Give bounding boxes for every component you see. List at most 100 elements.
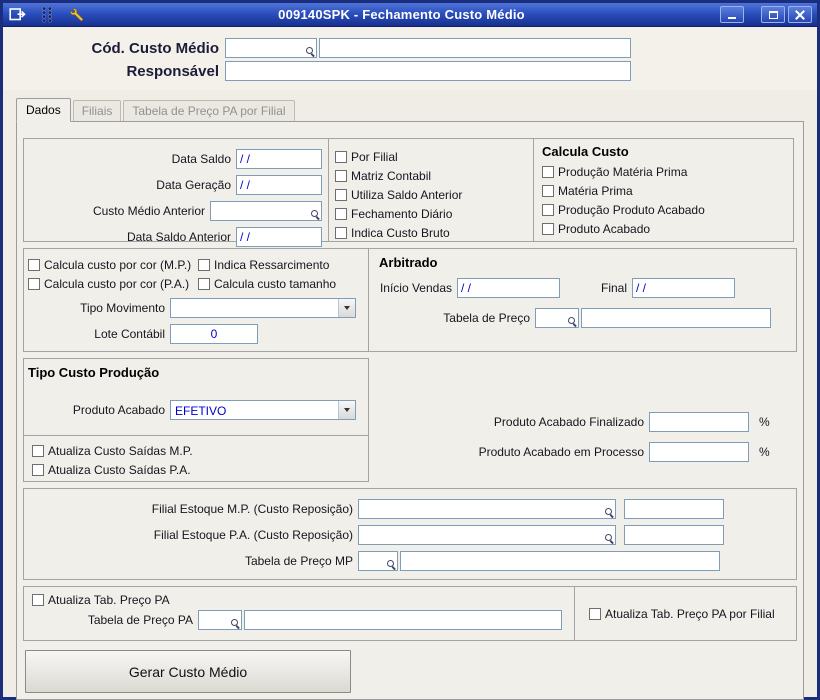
inicio-vendas-label: Início Vendas	[379, 281, 457, 295]
responsavel-input[interactable]	[225, 61, 631, 81]
produto-acabado-combo[interactable]: EFETIVO	[170, 400, 356, 420]
data-saldo-anterior-label: Data Saldo Anterior	[28, 230, 236, 244]
data-saldo-label: Data Saldo	[28, 152, 236, 166]
checkbox-indica-ressarcimento[interactable]: Indica Ressarcimento	[198, 255, 362, 274]
checkbox-atualiza-tab-preco-pa[interactable]: Atualiza Tab. Preço PA	[32, 591, 566, 608]
pa-processo-input[interactable]	[649, 442, 749, 462]
final-label: Final	[560, 281, 632, 295]
group-custo-opcoes: Calcula custo por cor (M.P.) Indica Ress…	[23, 248, 369, 352]
checkbox-por-filial[interactable]: Por Filial	[335, 147, 527, 166]
tabela-preco-pa-desc-input[interactable]	[244, 610, 562, 630]
checkbox-producao-produto-acabado[interactable]: Produção Produto Acabado	[542, 200, 785, 219]
calcula-custo-tamanho-checkbox[interactable]	[198, 278, 210, 290]
close-button[interactable]	[788, 6, 812, 23]
pa-processo-label: Produto Acabado em Processo	[369, 445, 649, 459]
window-title: 009140SPK - Fechamento Custo Médio	[86, 7, 717, 22]
gerar-custo-medio-button[interactable]: Gerar Custo Médio	[25, 650, 351, 693]
header-section: Cód. Custo Médio Responsável	[3, 27, 817, 90]
dots-grid-icon[interactable]	[38, 6, 56, 24]
percent-sign: %	[759, 415, 770, 429]
atualiza-tab-preco-pa-checkbox[interactable]	[32, 594, 44, 606]
group-tipo-custo-producao: Tipo Custo Produção Produto Acabado EFET…	[23, 358, 369, 436]
tabela-preco-desc-input[interactable]	[581, 308, 771, 328]
checkbox-atualiza-saidas-mp[interactable]: Atualiza Custo Saídas M.P.	[32, 441, 360, 460]
tab-strip: Dados Filiais Tabela de Preço PA por Fil…	[16, 98, 817, 121]
group-arbitrado: Arbitrado Início Vendas Final Tabela de …	[368, 248, 797, 352]
checkbox-calcula-cor-pa[interactable]: Calcula custo por cor (P.A.)	[28, 274, 198, 293]
tabela-preco-mp-desc-input[interactable]	[400, 551, 720, 571]
minimize-button[interactable]	[720, 6, 744, 23]
indica-ressarcimento-checkbox[interactable]	[198, 259, 210, 271]
lookup-icon[interactable]	[604, 507, 615, 518]
cod-custo-medio-code-input[interactable]	[225, 38, 317, 58]
titlebar-icons	[8, 6, 86, 24]
dropdown-arrow-icon[interactable]	[338, 401, 355, 419]
filial-estoque-pa-input[interactable]	[358, 525, 616, 545]
lookup-icon[interactable]	[567, 316, 578, 327]
checkbox-produto-acabado[interactable]: Produto Acabado	[542, 219, 785, 238]
calcula-cor-mp-checkbox[interactable]	[28, 259, 40, 271]
calcula-cor-pa-checkbox[interactable]	[28, 278, 40, 290]
tabela-preco-mp-label: Tabela de Preço MP	[32, 554, 358, 568]
producao-materia-prima-checkbox[interactable]	[542, 166, 554, 178]
atualiza-tab-preco-pa-por-filial-checkbox[interactable]	[589, 608, 601, 620]
data-saldo-input[interactable]	[236, 149, 322, 169]
lookup-icon[interactable]	[310, 209, 321, 220]
filial-estoque-mp-input[interactable]	[358, 499, 616, 519]
data-geracao-input[interactable]	[236, 175, 322, 195]
atualiza-saidas-pa-checkbox[interactable]	[32, 464, 44, 476]
filial-estoque-pa-extra-input[interactable]	[624, 525, 724, 545]
group-calcula-custo: Calcula Custo Produção Matéria Prima Mat…	[533, 138, 794, 242]
checkbox-matriz-contabil[interactable]: Matriz Contabil	[335, 166, 527, 185]
produto-acabado-checkbox[interactable]	[542, 223, 554, 235]
filial-estoque-mp-extra-input[interactable]	[624, 499, 724, 519]
lookup-icon[interactable]	[230, 618, 241, 629]
title-bar: 009140SPK - Fechamento Custo Médio	[3, 3, 817, 27]
final-input[interactable]	[632, 278, 735, 298]
arbitrado-title: Arbitrado	[379, 255, 786, 270]
tipo-custo-column: Tipo Custo Produção Produto Acabado EFET…	[23, 358, 369, 482]
tab-filiais[interactable]: Filiais	[73, 100, 122, 121]
dropdown-arrow-icon[interactable]	[338, 299, 355, 317]
indica-custo-bruto-checkbox[interactable]	[335, 227, 347, 239]
produto-acabado-label: Produto Acabado	[28, 403, 170, 417]
form-export-icon[interactable]	[8, 6, 26, 24]
pa-finalizado-input[interactable]	[649, 412, 749, 432]
materia-prima-checkbox[interactable]	[542, 185, 554, 197]
atualiza-saidas-mp-checkbox[interactable]	[32, 445, 44, 457]
lote-contabil-label: Lote Contábil	[28, 327, 170, 341]
custo-medio-anterior-input[interactable]	[210, 201, 322, 221]
utiliza-saldo-anterior-checkbox[interactable]	[335, 189, 347, 201]
custo-medio-anterior-label: Custo Médio Anterior	[28, 204, 210, 218]
lote-contabil-input[interactable]	[170, 324, 258, 344]
lookup-icon[interactable]	[386, 559, 397, 570]
fechamento-diario-checkbox[interactable]	[335, 208, 347, 220]
checkbox-materia-prima[interactable]: Matéria Prima	[542, 181, 785, 200]
checkbox-producao-materia-prima[interactable]: Produção Matéria Prima	[542, 162, 785, 181]
por-filial-checkbox[interactable]	[335, 151, 347, 163]
cod-custo-medio-desc-input[interactable]	[319, 38, 631, 58]
tab-tabela-preco-pa-por-filial[interactable]: Tabela de Preço PA por Filial	[123, 100, 294, 121]
checkbox-calcula-cor-mp[interactable]: Calcula custo por cor (M.P.)	[28, 255, 198, 274]
lookup-icon[interactable]	[305, 46, 316, 57]
data-geracao-label: Data Geração	[28, 178, 236, 192]
inicio-vendas-input[interactable]	[457, 278, 560, 298]
group-atualiza-saidas: Atualiza Custo Saídas M.P. Atualiza Cust…	[23, 435, 369, 482]
tab-dados[interactable]: Dados	[16, 98, 71, 122]
producao-produto-acabado-checkbox[interactable]	[542, 204, 554, 216]
lookup-icon[interactable]	[604, 533, 615, 544]
checkbox-fechamento-diario[interactable]: Fechamento Diário	[335, 204, 527, 223]
maximize-button[interactable]	[761, 6, 785, 23]
checkbox-atualiza-tab-preco-pa-por-filial[interactable]: Atualiza Tab. Preço PA por Filial	[589, 604, 775, 623]
checkbox-utiliza-saldo-anterior[interactable]: Utiliza Saldo Anterior	[335, 185, 527, 204]
wrench-icon[interactable]	[68, 6, 86, 24]
checkbox-indica-custo-bruto[interactable]: Indica Custo Bruto	[335, 223, 527, 242]
tipo-custo-producao-title: Tipo Custo Produção	[28, 365, 362, 380]
tipo-movimento-combo[interactable]	[170, 298, 356, 318]
minimize-icon	[728, 17, 736, 19]
data-saldo-anterior-input[interactable]	[236, 227, 322, 247]
matriz-contabil-checkbox[interactable]	[335, 170, 347, 182]
checkbox-calcula-custo-tamanho[interactable]: Calcula custo tamanho	[198, 274, 362, 293]
checkbox-atualiza-saidas-pa[interactable]: Atualiza Custo Saídas P.A.	[32, 460, 360, 479]
percentuais-column: Produto Acabado Finalizado % Produto Aca…	[369, 358, 797, 482]
